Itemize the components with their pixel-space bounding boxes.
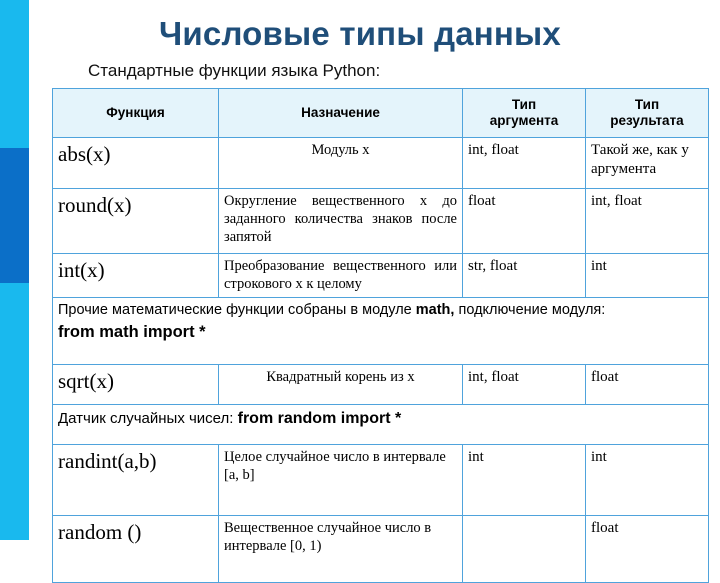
cell-result-type: float [585,515,709,583]
random-note-label: Датчик случайных чисел: [58,410,234,427]
page-subtitle: Стандартные функции языка Python: [88,61,381,80]
cell-result-type: int, float [585,188,709,254]
column-header-arg-type: Тип аргумента [462,88,586,138]
cell-function-name: int(x) [52,253,219,298]
cell-function-name: round(x) [52,188,219,254]
cell-purpose: Целое случайное число в интервале [a, b] [218,444,463,516]
cell-result-type: int [585,253,709,298]
table-row: round(x) Округление вещественного x до з… [52,188,709,254]
page-title: Числовые типы данных [159,15,561,52]
cell-random-module-note: Датчик случайных чисел: from random impo… [52,404,709,445]
cell-function-name: random () [52,515,219,583]
cell-purpose: Вещественное случайное число в интервале… [218,515,463,583]
table-row-note-random: Датчик случайных чисел: from random impo… [52,404,709,445]
cell-function-name: randint(a,b) [52,444,219,516]
cell-purpose: Округление вещественного x до заданного … [218,188,463,254]
table-header-row: Функция Назначение Тип аргумента Тип рез… [52,88,709,138]
table-row: abs(x) Модуль x int, float Такой же, как… [52,137,709,189]
decor-bar-blue-middle [0,148,29,283]
cell-function-name: sqrt(x) [52,364,219,405]
random-import-code: from random import * [237,410,402,427]
math-module-name: math, [415,302,455,318]
column-header-arg-type-line2: аргумента [489,113,559,128]
math-import-code: from math import * [58,323,206,341]
cell-arg-type: int, float [462,137,586,189]
table-row: random () Вещественное случайное число в… [52,515,709,583]
column-header-result-type-line2: результата [610,113,684,128]
cell-function-name: abs(x) [52,137,219,189]
cell-purpose: Квадратный корень из x [218,364,463,405]
math-note-text-before: Прочие математические функции собраны в … [58,302,416,318]
cell-arg-type: str, float [462,253,586,298]
column-header-arg-type-line1: Тип [511,97,537,112]
cell-result-type: int [585,444,709,516]
math-note-text-after: подключение модуля: [454,302,606,318]
table-row: sqrt(x) Квадратный корень из x int, floa… [52,364,709,405]
table-row: randint(a,b) Целое случайное число в инт… [52,444,709,516]
column-header-purpose: Назначение [218,88,463,138]
cell-purpose: Преобразование вещественного или строков… [218,253,463,298]
cell-math-module-note: Прочие математические функции собраны в … [52,297,709,365]
cell-arg-type: int, float [462,364,586,405]
column-header-function: Функция [52,88,219,138]
cell-result-type: float [585,364,709,405]
cell-arg-type [462,515,586,583]
cell-arg-type: float [462,188,586,254]
decor-bar-cyan-bottom [0,283,29,540]
column-header-result-type-line1: Тип [634,97,660,112]
table-row: int(x) Преобразование вещественного или … [52,253,709,298]
cell-result-type: Такой же, как у аргумента [585,137,709,189]
column-header-result-type: Тип результата [585,88,709,138]
table-row-note-math: Прочие математические функции собраны в … [52,297,709,365]
cell-purpose: Модуль x [218,137,463,189]
python-functions-table: Функция Назначение Тип аргумента Тип рез… [52,88,709,583]
cell-arg-type: int [462,444,586,516]
